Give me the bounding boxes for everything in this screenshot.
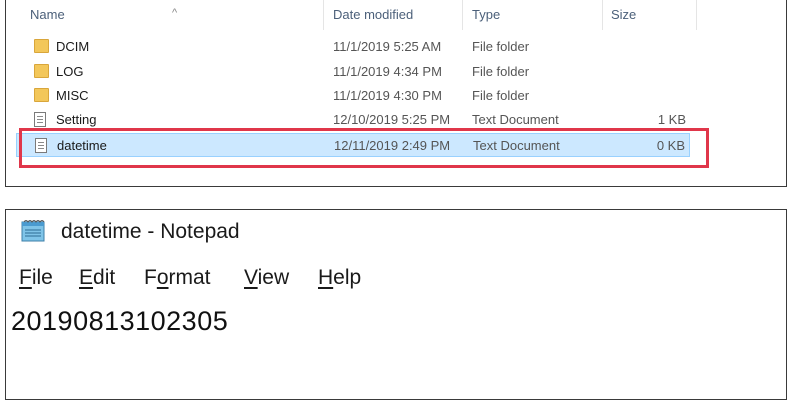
file-name: datetime [57, 138, 107, 153]
menu-label: elp [333, 266, 362, 289]
column-header-bar: Name ^ Date modified Type Size [6, 0, 786, 30]
window-title: datetime - Notepad [61, 220, 240, 243]
menu-view[interactable]: View [244, 266, 289, 290]
file-name: DCIM [56, 39, 90, 54]
file-name: LOG [56, 64, 84, 79]
text-document-icon [35, 138, 47, 153]
file-date-modified: 11/1/2019 4:34 PM [333, 64, 442, 79]
column-header-type[interactable]: Type [472, 7, 500, 22]
menu-accelerator: H [318, 266, 334, 289]
column-divider[interactable] [602, 0, 603, 30]
menu-label: ile [31, 266, 53, 289]
menu-file[interactable]: File [19, 266, 53, 290]
file-type: File folder [472, 88, 530, 103]
text-document-icon [34, 112, 46, 127]
menu-bar: File Edit Format View Help [6, 266, 786, 296]
file-name: Setting [56, 112, 97, 127]
menu-label: iew [257, 266, 290, 289]
column-divider[interactable] [323, 0, 324, 30]
column-divider[interactable] [696, 0, 697, 30]
file-date-modified: 11/1/2019 4:30 PM [333, 88, 442, 103]
menu-accelerator: F [19, 266, 32, 289]
notepad-icon [21, 220, 45, 242]
file-type: Text Document [472, 112, 559, 127]
file-type: File folder [472, 64, 530, 79]
file-date-modified: 12/10/2019 5:25 PM [333, 112, 451, 127]
column-header-date-modified[interactable]: Date modified [333, 7, 413, 22]
file-date-modified: 11/1/2019 5:25 AM [333, 39, 442, 54]
file-size: 1 KB [657, 112, 686, 127]
menu-label: dit [93, 266, 116, 289]
menu-accelerator: o [156, 266, 169, 289]
text-editor-content[interactable]: 20190813102305 [11, 306, 228, 337]
menu-label: rmat [168, 266, 211, 289]
menu-help[interactable]: Help [318, 266, 361, 290]
sort-arrow-icon: ^ [172, 7, 178, 19]
file-row-dcim[interactable]: DCIM 11/1/2019 5:25 AM File folder [16, 35, 690, 59]
column-header-name[interactable]: Name [30, 7, 65, 22]
file-row-misc[interactable]: MISC 11/1/2019 4:30 PM File folder [16, 84, 690, 108]
menu-edit[interactable]: Edit [79, 266, 115, 290]
folder-icon [34, 88, 49, 102]
column-divider[interactable] [462, 0, 463, 30]
file-size: 0 KB [656, 138, 685, 153]
file-explorer-pane: Name ^ Date modified Type Size DCIM 11/1… [5, 0, 787, 187]
menu-accelerator: E [79, 266, 94, 289]
folder-icon [34, 39, 49, 53]
menu-format[interactable]: Format [144, 266, 211, 290]
file-row-log[interactable]: LOG 11/1/2019 4:34 PM File folder [16, 60, 690, 84]
column-header-size[interactable]: Size [611, 7, 636, 22]
menu-accelerator: V [244, 266, 258, 289]
file-type: Text Document [473, 138, 560, 153]
folder-icon [34, 64, 49, 78]
menu-label: F [144, 266, 157, 289]
file-type: File folder [472, 39, 530, 54]
file-row-setting[interactable]: Setting 12/10/2019 5:25 PM Text Document… [16, 108, 690, 132]
title-bar[interactable]: datetime - Notepad [6, 210, 786, 252]
notepad-window: datetime - Notepad File Edit Format View… [5, 209, 787, 400]
file-row-datetime[interactable]: datetime 12/11/2019 2:49 PM Text Documen… [16, 133, 690, 157]
file-name: MISC [56, 88, 89, 103]
file-date-modified: 12/11/2019 2:49 PM [334, 138, 451, 153]
